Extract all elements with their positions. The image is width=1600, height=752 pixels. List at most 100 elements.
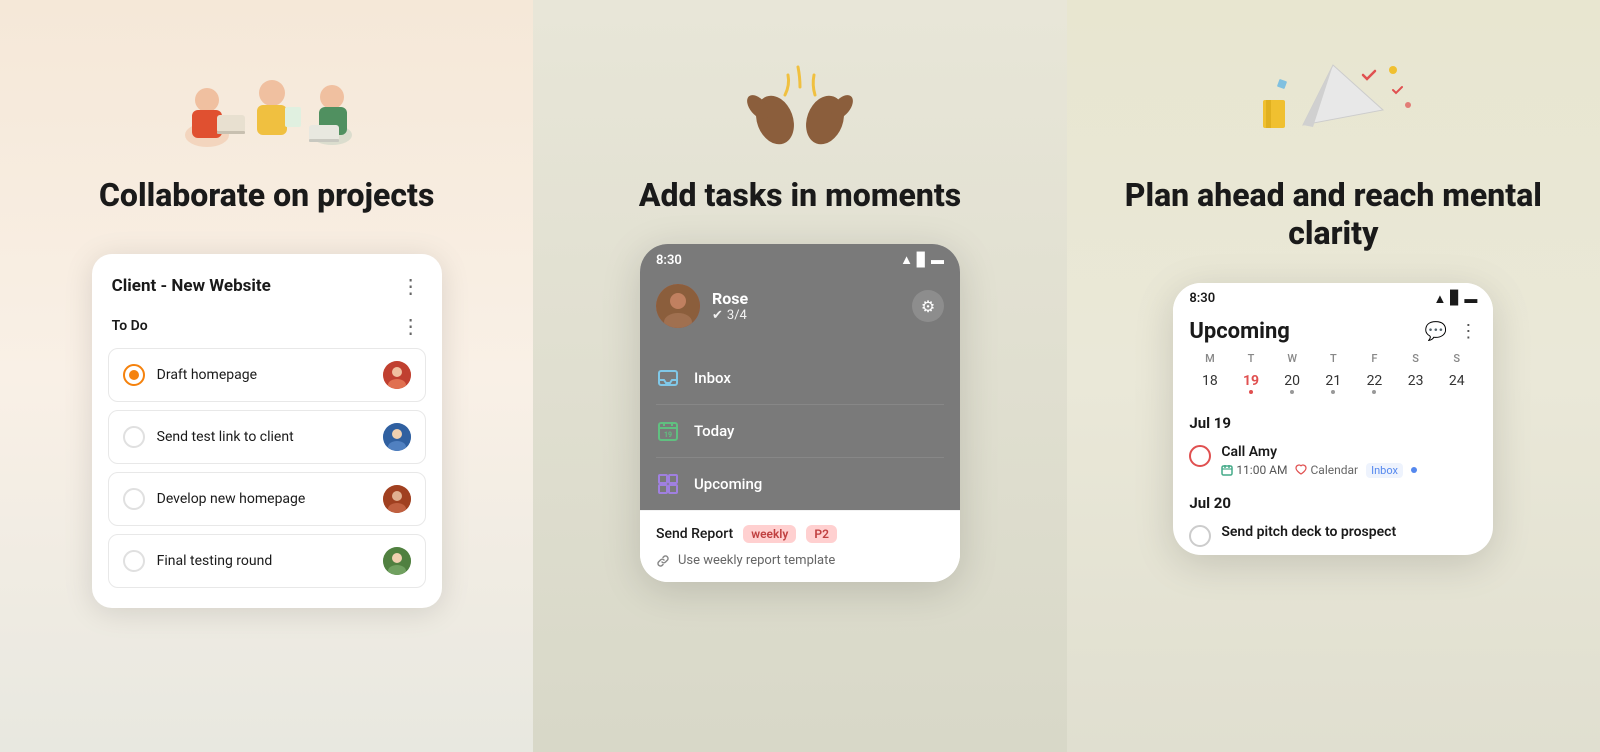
- event-time: 11:00 AM: [1221, 463, 1287, 477]
- panel-plan-ahead: Plan ahead and reach mental clarity 8:30…: [1067, 0, 1600, 752]
- cal-grid: M T W T F S S 18 19 20 21 22 23 24: [1173, 352, 1493, 406]
- calendar-icon: [1221, 464, 1233, 476]
- cal-date-18[interactable]: 18: [1189, 369, 1230, 398]
- user-name-block: Rose ✔ 3/4: [712, 289, 748, 323]
- tag-p2: P2: [806, 525, 837, 543]
- cal-section-jul19: Jul 19: [1173, 406, 1493, 436]
- task-text: Final testing round: [157, 553, 371, 569]
- cal-dates-row: 18 19 20 21 22 23 24: [1189, 369, 1477, 398]
- panel-add-tasks: Add tasks in moments 8:30 ▲ ▊ ▬: [533, 0, 1066, 752]
- task-checkbox[interactable]: [123, 550, 145, 572]
- task-checkbox[interactable]: [123, 364, 145, 386]
- cal-date-23[interactable]: 23: [1395, 369, 1436, 398]
- settings-button[interactable]: ⚙: [912, 290, 944, 322]
- task-avatar: [383, 361, 411, 389]
- cal-section-jul20: Jul 20: [1173, 486, 1493, 516]
- event-circle-empty: [1189, 525, 1211, 547]
- task-item[interactable]: Draft homepage: [108, 348, 426, 402]
- cal-date-19[interactable]: 19: [1230, 369, 1271, 398]
- user-avatar: [656, 284, 700, 328]
- panel-title-2: Add tasks in moments: [639, 176, 961, 214]
- cal-status-bar: 8:30 ▲ ▊ ▬: [1173, 283, 1493, 311]
- panel-title-1: Collaborate on projects: [99, 176, 434, 214]
- cal-status-time: 8:30: [1189, 291, 1215, 306]
- cal-event-pitch-deck[interactable]: Send pitch deck to prospect: [1173, 516, 1493, 555]
- quick-task-area: Send Report weekly P2 Use weekly report …: [640, 510, 960, 582]
- cal-date-22[interactable]: 22: [1354, 369, 1395, 398]
- task-avatar: [383, 485, 411, 513]
- cal-date-21[interactable]: 21: [1313, 369, 1354, 398]
- phone-mockup-3: 8:30 ▲ ▊ ▬ Upcoming 💬 ⋮ M T W T F S: [1173, 283, 1493, 555]
- task-item[interactable]: Develop new homepage: [108, 472, 426, 526]
- event-content-2: Send pitch deck to prospect: [1221, 524, 1477, 543]
- event-meta: 11:00 AM Calendar Inbox: [1221, 463, 1477, 478]
- user-name: Rose: [712, 289, 748, 308]
- nav-label-today: Today: [694, 422, 734, 440]
- nav-item-today[interactable]: 19 Today: [656, 405, 944, 458]
- task-list-card: Client - New Website ⋮ To Do ⋮ Draft hom…: [92, 254, 442, 608]
- event-title: Call Amy: [1221, 444, 1477, 460]
- panel-collaborate: Collaborate on projects Client - New Web…: [0, 0, 533, 752]
- nav-item-inbox[interactable]: Inbox: [656, 352, 944, 405]
- cal-actions: 💬 ⋮: [1425, 321, 1477, 342]
- task-item[interactable]: Final testing round: [108, 534, 426, 588]
- day-s2: S: [1436, 352, 1477, 365]
- section-more-icon[interactable]: ⋮: [401, 314, 422, 338]
- more-options-icon[interactable]: ⋮: [401, 274, 422, 298]
- status-time: 8:30: [656, 253, 682, 268]
- heart-icon: [1295, 464, 1307, 476]
- nav-label-upcoming: Upcoming: [694, 475, 762, 493]
- illustration-team: [157, 40, 377, 160]
- cal-header: Upcoming 💬 ⋮: [1173, 311, 1493, 352]
- task-checkbox[interactable]: [123, 488, 145, 510]
- status-icons: ▲ ▊ ▬: [900, 252, 944, 268]
- day-t2: T: [1313, 352, 1354, 365]
- task-avatar: [383, 423, 411, 451]
- task-checkbox[interactable]: [123, 426, 145, 448]
- comment-icon[interactable]: 💬: [1425, 321, 1447, 342]
- cal-date-20[interactable]: 20: [1272, 369, 1313, 398]
- section-header: To Do ⋮: [108, 314, 426, 338]
- event-circle-red: [1189, 445, 1211, 467]
- inbox-icon: [656, 366, 680, 390]
- event-calendar-tag: Calendar: [1295, 463, 1358, 477]
- nav-list: Inbox 19 Today: [640, 344, 960, 510]
- upcoming-icon: [656, 472, 680, 496]
- task-avatar: [383, 547, 411, 575]
- task-text: Develop new homepage: [157, 491, 371, 507]
- day-w: W: [1272, 352, 1313, 365]
- user-header: Rose ✔ 3/4 ⚙: [640, 272, 960, 344]
- cal-more-icon[interactable]: ⋮: [1459, 321, 1477, 342]
- cal-date-24[interactable]: 24: [1436, 369, 1477, 398]
- cal-event-call-amy[interactable]: Call Amy 11:00 AM: [1173, 436, 1493, 486]
- event-title-2: Send pitch deck to prospect: [1221, 524, 1477, 540]
- cal-battery-icon: ▬: [1464, 291, 1477, 307]
- signal-icon: ▊: [917, 253, 927, 268]
- wifi-icon: ▲: [900, 252, 913, 268]
- day-s: S: [1395, 352, 1436, 365]
- event-content: Call Amy 11:00 AM: [1221, 444, 1477, 478]
- nav-item-upcoming[interactable]: Upcoming: [656, 458, 944, 510]
- phone-mockup-2: 8:30 ▲ ▊ ▬ Rose ✔: [640, 244, 960, 582]
- quick-task-row: Send Report weekly P2: [656, 525, 944, 543]
- card-header: Client - New Website ⋮: [108, 274, 426, 298]
- subtask-row: Use weekly report template: [656, 553, 944, 568]
- day-t: T: [1230, 352, 1271, 365]
- user-info: Rose ✔ 3/4: [656, 284, 748, 328]
- section-title: To Do: [112, 318, 148, 334]
- card-title: Client - New Website: [112, 276, 271, 296]
- cal-status-icons: ▲ ▊ ▬: [1433, 291, 1477, 307]
- battery-icon: ▬: [931, 252, 944, 268]
- check-icon: ✔: [712, 308, 723, 323]
- day-m: M: [1189, 352, 1230, 365]
- cal-wifi-icon: ▲: [1433, 291, 1446, 307]
- cal-view-title: Upcoming: [1189, 319, 1290, 344]
- task-item[interactable]: Send test link to client: [108, 410, 426, 464]
- task-text: Draft homepage: [157, 367, 371, 383]
- task-text: Send test link to client: [157, 429, 371, 445]
- svg-text:19: 19: [664, 431, 672, 439]
- quick-task-name: Send Report: [656, 526, 733, 542]
- day-f: F: [1354, 352, 1395, 365]
- nav-label-inbox: Inbox: [694, 369, 731, 387]
- illustration-launch: [1223, 40, 1443, 160]
